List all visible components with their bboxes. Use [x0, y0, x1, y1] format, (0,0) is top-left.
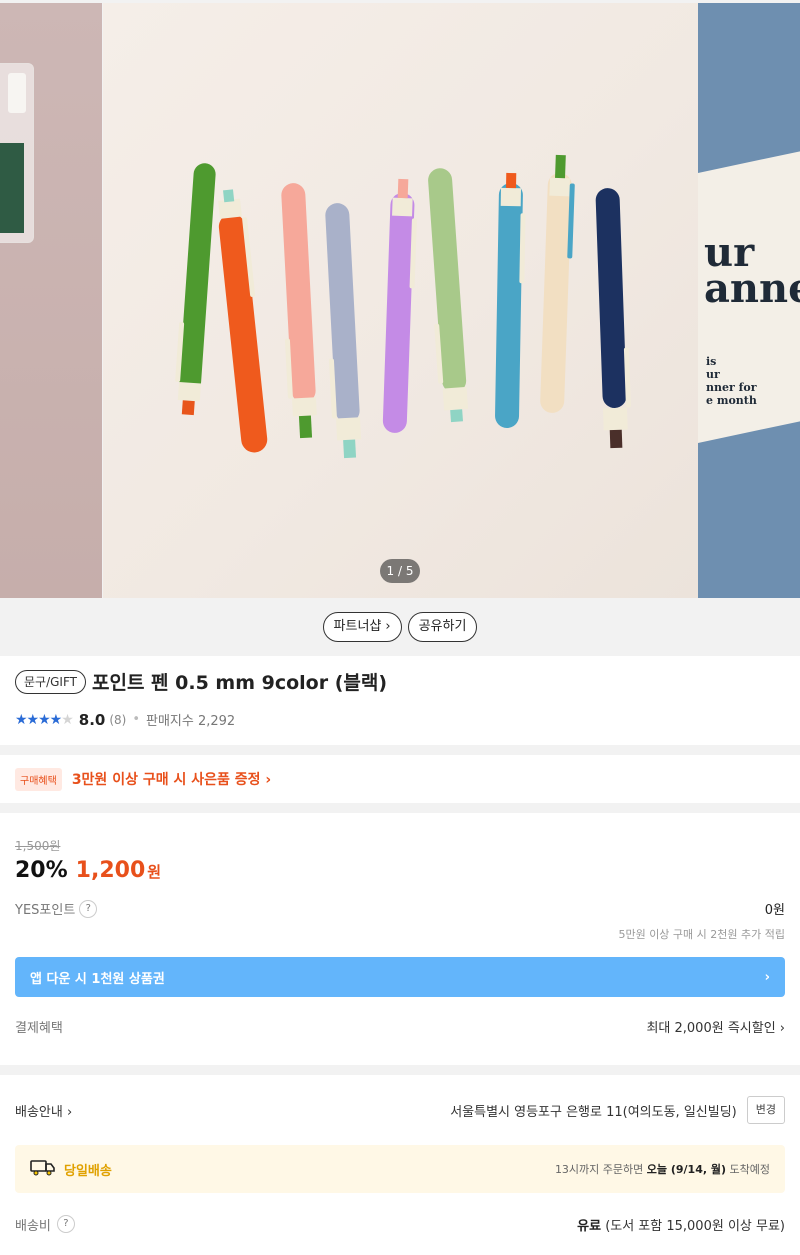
sale-price-unit: 원: [147, 863, 162, 881]
payment-benefit-value: 최대 2,000원 즉시할인 ›: [646, 1021, 785, 1036]
shipping-block: 배송안내 › 서울특별시 영등포구 은행로 11(여의도동, 일신빌딩) 변경 …: [0, 1075, 800, 1255]
help-icon[interactable]: ?: [79, 899, 98, 918]
chevron-right-icon: ›: [764, 969, 770, 985]
rating-score: 8.0: [78, 710, 106, 729]
shipping-fee-value: 유료 (도서 포함 15,000원 이상 무료): [577, 1218, 785, 1234]
chevron-right-icon: ›: [385, 619, 391, 634]
point-note: 5만원 이상 구매 시 2천원 추가 적립: [618, 928, 785, 941]
carousel-slide-next[interactable]: uranner is ur nner for e month: [698, 3, 800, 598]
partner-shop-label: 파트너샵: [333, 619, 382, 634]
action-row: 파트너샵 › 공유하기: [0, 598, 800, 656]
change-address-button[interactable]: 변경: [746, 1096, 785, 1124]
shipping-fee-row: 배송비 ? 유료 (도서 포함 15,000원 이상 무료): [15, 1193, 785, 1255]
payment-benefit-row[interactable]: 결제혜택 최대 2,000원 즉시할인 ›: [15, 1017, 785, 1036]
yes-point-label: YES포인트 ?: [15, 899, 98, 918]
purchase-benefit-row[interactable]: 구매혜택 3만원 이상 구매 시 사은품 증정 ›: [0, 755, 800, 803]
product-image-carousel[interactable]: uranner is ur nner for e month 1 / 5: [0, 0, 800, 598]
share-button[interactable]: 공유하기: [407, 612, 478, 642]
carousel-slide-current[interactable]: [103, 3, 698, 598]
share-label: 공유하기: [418, 619, 467, 634]
purchase-benefit-badge: 구매혜택: [15, 767, 62, 791]
app-coupon-text: 앱 다운 시 1천원 상품권: [30, 971, 165, 987]
section-divider: [0, 745, 800, 755]
partner-shop-button[interactable]: 파트너샵 ›: [322, 612, 402, 642]
section-divider: [0, 803, 800, 813]
sale-price: 1,200: [75, 858, 146, 883]
category-badge[interactable]: 문구/GIFT: [15, 669, 86, 694]
help-icon[interactable]: ?: [56, 1215, 75, 1233]
pens-product-image: [175, 154, 631, 459]
app-coupon-banner[interactable]: 앱 다운 시 1천원 상품권 ›: [15, 957, 785, 997]
carousel-slide-previous[interactable]: [0, 3, 102, 598]
rating-count: (8): [109, 712, 127, 727]
shipping-info-link[interactable]: 배송안내 ›: [15, 1101, 72, 1120]
price-block: 1,500원 20% 1,200 원 YES포인트 ? 0원 5만원 이상 구매…: [0, 813, 800, 1065]
delivery-estimate: 13시까지 주문하면 오늘 (9/14, 월) 도착예정: [554, 1163, 770, 1176]
purchase-benefit-text: 3만원 이상 구매 시 사은품 증정 ›: [71, 772, 272, 788]
section-divider: [0, 1065, 800, 1075]
rating-stars: ★★★★★: [15, 711, 74, 728]
payment-benefit-label: 결제혜택: [15, 1021, 63, 1036]
shipping-address: 서울특별시 영등포구 은행로 11(여의도동, 일신빌딩): [450, 1104, 737, 1120]
sales-index: 판매지수 2,292: [146, 714, 236, 729]
product-title: 포인트 펜 0.5 mm 9color (블랙): [91, 672, 388, 694]
rating-row[interactable]: ★★★★★ 8.0 (8) • 판매지수 2,292: [15, 710, 785, 730]
product-title-block: 문구/GIFT 포인트 펜 0.5 mm 9color (블랙) ★★★★★ 8…: [0, 656, 800, 745]
same-day-label: 당일배송: [64, 1163, 112, 1179]
carousel-counter: 1 / 5: [380, 559, 420, 583]
shipping-fee-label: 배송비: [15, 1218, 51, 1234]
yes-point-value: 0원: [764, 903, 785, 918]
truck-icon: [30, 1158, 56, 1180]
same-day-delivery-box: 당일배송 13시까지 주문하면 오늘 (9/14, 월) 도착예정: [15, 1145, 785, 1193]
discount-rate: 20%: [15, 858, 68, 883]
original-price: 1,500원: [15, 839, 61, 853]
